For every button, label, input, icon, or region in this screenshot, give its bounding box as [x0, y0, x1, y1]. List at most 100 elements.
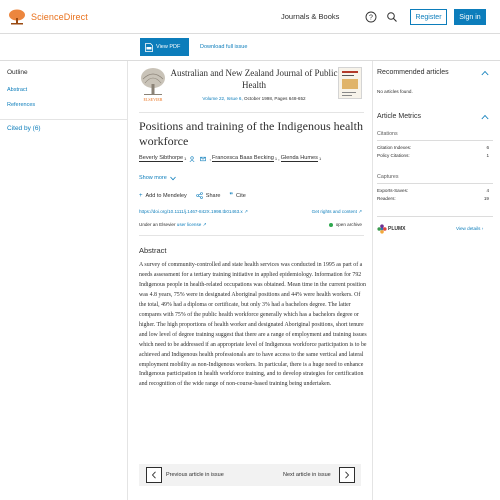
chevron-up-icon[interactable]: [481, 114, 489, 120]
metrics-divider: [377, 183, 493, 184]
author-separator: ,: [209, 155, 211, 162]
article-pager: Previous article in issue Next article i…: [139, 464, 361, 486]
help-icon[interactable]: ?: [365, 11, 377, 23]
outline-item-abstract[interactable]: Abstract: [7, 87, 27, 93]
journals-books-link[interactable]: Journals & Books: [281, 12, 339, 21]
outline-heading: Outline: [7, 69, 28, 76]
plumx-logo: PLUMX: [377, 224, 406, 234]
sign-in-button[interactable]: Sign in: [454, 9, 486, 25]
show-more-label: Show more: [139, 175, 167, 181]
open-archive-badge: open archive: [328, 222, 362, 227]
outline-item-references[interactable]: References: [7, 102, 35, 108]
add-to-mendeley-button[interactable]: + Add to Mendeley: [139, 193, 187, 199]
recommended-articles-heading[interactable]: Recommended articles: [377, 69, 449, 76]
metric-label: Citation Indexes:: [377, 145, 412, 150]
abstract-text: A survey of community-controlled and sta…: [139, 262, 367, 388]
plumx-flower-icon: [377, 224, 387, 234]
person-icon: [189, 155, 195, 162]
search-icon[interactable]: [386, 11, 398, 23]
article-actions: + Add to Mendeley Share ❞ Cite: [139, 192, 255, 199]
site-name: ScienceDirect: [31, 12, 88, 22]
metric-label: Readers:: [377, 196, 396, 201]
journal-date-pages: October 1998, Pages 648-652: [244, 96, 306, 101]
view-pdf-button[interactable]: View PDF: [140, 38, 189, 56]
metric-row: Citation Indexes: 6: [377, 145, 489, 150]
license-info: Under an Elsevier user license ↗: [139, 222, 206, 228]
sciencedirect-logo[interactable]: ScienceDirect: [8, 9, 88, 25]
share-label: Share: [205, 192, 221, 199]
user-license-link[interactable]: user license: [177, 222, 202, 227]
metrics-divider: [377, 216, 493, 217]
sidebar-divider: [0, 119, 127, 120]
previous-article-button[interactable]: [146, 467, 162, 483]
email-icon[interactable]: [200, 156, 207, 162]
journal-cover-thumbnail[interactable]: [338, 67, 362, 99]
metric-value: 1: [486, 153, 489, 158]
svg-text:?: ?: [369, 14, 373, 21]
article-toolbar: View PDF Download full issue: [0, 35, 500, 61]
rights-link[interactable]: Get rights and content ↗: [312, 209, 362, 215]
view-details-text: View details: [456, 226, 481, 231]
doi-link[interactable]: https://doi.org/10.1111/j.1467-842X.1998…: [139, 209, 248, 215]
right-sidebar: Recommended articles No articles found. …: [372, 61, 500, 500]
external-link-icon: ↗: [202, 222, 207, 227]
external-link-icon: ↗: [358, 209, 362, 214]
metric-label: Exports-Saves:: [377, 188, 409, 193]
journal-info: ELSEVIER Australian and New Zealand Jour…: [139, 67, 365, 107]
author-name[interactable]: Francesca Baas Becking: [211, 155, 274, 162]
citations-heading: Citations: [377, 131, 398, 137]
show-more-toggle[interactable]: Show more: [139, 175, 176, 181]
chevron-right-icon: [345, 471, 350, 479]
metric-value: 6: [486, 145, 489, 150]
content-divider: [139, 235, 364, 236]
volume-issue-link[interactable]: Volume 22, Issue 6,: [202, 96, 242, 101]
add-to-mendeley-label: Add to Mendeley: [145, 192, 187, 199]
external-link-icon: ↗: [243, 209, 248, 214]
view-details-link[interactable]: View details ›: [456, 226, 483, 231]
metric-row: Exports-Saves: 4: [377, 188, 489, 193]
plus-icon: +: [139, 192, 143, 199]
metric-row: Policy Citations: 1: [377, 153, 489, 158]
author-name[interactable]: Glenda Humes: [280, 155, 318, 162]
next-article-button[interactable]: [339, 467, 355, 483]
pdf-icon: [145, 42, 153, 52]
view-pdf-label: View PDF: [156, 44, 181, 50]
journal-volume-meta: Volume 22, Issue 6, October 1998, Pages …: [169, 96, 339, 101]
doi-text: https://doi.org/10.1111/j.1467-842X.1998…: [139, 209, 243, 214]
share-icon: [195, 192, 203, 199]
download-issue-link[interactable]: Download full issue: [200, 44, 247, 50]
metrics-divider: [377, 140, 493, 141]
site-header: ScienceDirect Journals & Books ? Registe…: [0, 0, 500, 34]
author-name[interactable]: Beverly Sibthorpe: [139, 155, 184, 162]
chevron-down-icon: [170, 176, 176, 180]
chevron-right-icon: ›: [481, 226, 484, 231]
cite-button[interactable]: ❞ Cite: [229, 192, 246, 200]
metric-value: 4: [486, 188, 489, 193]
journal-title[interactable]: Australian and New Zealand Journal of Pu…: [169, 68, 339, 91]
cite-label: Cite: [236, 192, 246, 199]
metric-label: Policy Citations:: [377, 153, 410, 158]
plumx-label: PLUMX: [388, 226, 406, 232]
open-archive-dot-icon: [328, 222, 333, 227]
share-button[interactable]: Share: [195, 192, 221, 199]
article-metrics-heading[interactable]: Article Metrics: [377, 113, 421, 120]
author-list: Beverly Sibthorpe 1 , Francesca Baas Bec…: [139, 155, 365, 162]
elsevier-logo: ELSEVIER: [139, 67, 167, 103]
chevron-up-icon[interactable]: [481, 70, 489, 76]
register-button[interactable]: Register: [410, 9, 447, 25]
author-affiliation-sup: 1: [184, 156, 187, 161]
elsevier-tree-icon: [9, 9, 25, 25]
chevron-left-icon: [151, 471, 156, 479]
author-separator: ,: [278, 155, 280, 162]
journal-divider: [139, 112, 364, 113]
recommended-empty-text: No articles found.: [377, 89, 413, 94]
author-affiliation-sup: 1: [318, 156, 322, 161]
left-sidebar: Outline Abstract References Cited by (6): [0, 61, 128, 500]
cited-by-link[interactable]: Cited by (6): [7, 125, 41, 132]
elsevier-wordmark: ELSEVIER: [143, 97, 163, 102]
previous-article-label[interactable]: Previous article in issue: [166, 472, 224, 478]
rights-text: Get rights and content: [311, 209, 357, 214]
abstract-heading: Abstract: [139, 246, 167, 255]
captures-heading: Captures: [377, 174, 399, 180]
next-article-label[interactable]: Next article in issue: [283, 472, 331, 478]
